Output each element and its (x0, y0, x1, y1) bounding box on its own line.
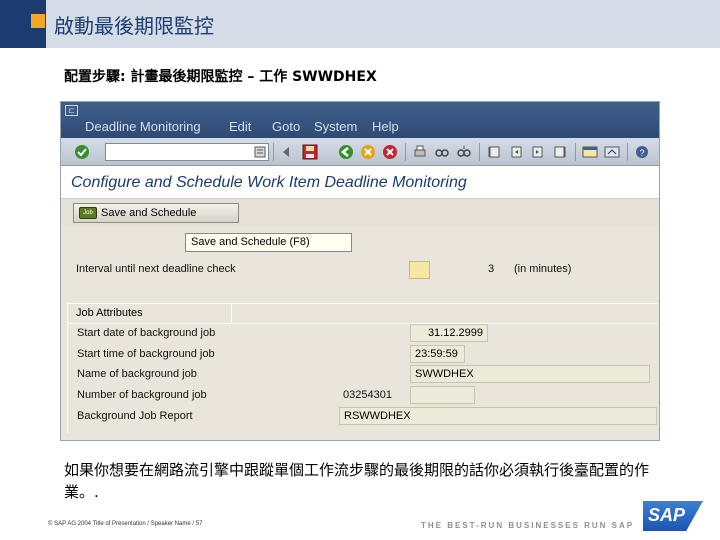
sap-window: ⊏ Deadline Monitoring Edit Goto System H… (60, 101, 660, 441)
save-and-schedule-button[interactable]: Job Save and Schedule (73, 203, 239, 223)
find-next-icon[interactable] (455, 143, 473, 161)
back-icon[interactable] (337, 143, 355, 161)
copyright-icon: © (48, 521, 53, 527)
svg-text:?: ? (640, 148, 645, 158)
job-attributes-title: Job Attributes (76, 307, 143, 319)
standard-toolbar: ? (61, 138, 659, 166)
menu-edit[interactable]: Edit (229, 119, 251, 134)
slide-subtitle: 配置步驟: 計畫最後期限監控 – 工作 SWWDHEX (64, 69, 377, 85)
previous-page-icon[interactable] (507, 143, 525, 161)
application-toolbar: Job Save and Schedule (61, 199, 659, 227)
toolbar-separator (405, 143, 406, 161)
body-text: 如果你想要在網路流引擎中跟蹤單個工作流步驟的最後期限的話你必須執行後臺配置的作業… (64, 461, 650, 501)
footer-text: SAP AG 2004 Title of Presentation / Spea… (54, 521, 203, 527)
sap-logo-text: SAP (648, 505, 686, 525)
toolbar-separator (479, 143, 480, 161)
screen-title-bar: Configure and Schedule Work Item Deadlin… (61, 166, 659, 199)
find-icon[interactable] (433, 143, 451, 161)
job-number-value: 03254301 (343, 389, 392, 401)
menu-deadline-monitoring[interactable]: Deadline Monitoring (85, 119, 201, 134)
job-attributes-tab: Job Attributes (67, 303, 232, 323)
toolbar-separator (575, 143, 576, 161)
cancel-icon[interactable] (381, 143, 399, 161)
interval-label: Interval until next deadline check (76, 263, 236, 275)
save-and-schedule-label: Save and Schedule (101, 207, 197, 219)
back-arrow-icon[interactable] (277, 143, 295, 161)
job-name-label: Name of background job (77, 368, 197, 380)
interval-value: 3 (488, 263, 495, 275)
last-page-icon[interactable] (551, 143, 569, 161)
menu-goto[interactable]: Goto (272, 119, 300, 134)
job-number-label: Number of background job (77, 389, 207, 401)
screen-title: Configure and Schedule Work Item Deadlin… (71, 174, 467, 191)
job-report-field[interactable]: RSWWDHEX (339, 407, 657, 425)
header-accent-square (31, 14, 45, 28)
enter-icon[interactable] (73, 143, 91, 161)
toolbar-separator (627, 143, 628, 161)
next-page-icon[interactable] (529, 143, 547, 161)
window-menu-icon[interactable]: ⊏ (65, 105, 78, 116)
save-icon[interactable] (301, 143, 319, 161)
menu-help[interactable]: Help (372, 119, 399, 134)
exit-icon[interactable] (359, 143, 377, 161)
command-history-icon[interactable] (251, 143, 269, 161)
interval-input[interactable] (409, 261, 430, 279)
sap-logo: SAP (643, 501, 703, 531)
tagline: THE BEST-RUN BUSINESSES RUN SAP (421, 521, 635, 530)
job-report-label: Background Job Report (77, 410, 193, 422)
tooltip: Save and Schedule (F8) (185, 233, 352, 252)
start-date-field[interactable]: 31.12.2999 (410, 324, 488, 342)
footer: © SAP AG 2004 Title of Presentation / Sp… (48, 521, 202, 527)
command-field[interactable] (105, 143, 269, 161)
start-time-label: Start time of background job (77, 348, 215, 360)
job-name-field[interactable]: SWWDHEX (410, 365, 650, 383)
print-icon[interactable] (411, 143, 429, 161)
first-page-icon[interactable] (485, 143, 503, 161)
create-session-icon[interactable] (581, 143, 599, 161)
menu-bar: ⊏ Deadline Monitoring Edit Goto System H… (61, 102, 659, 138)
slide-title: 啟動最後期限監控 (54, 14, 214, 38)
interval-unit: (in minutes) (514, 263, 572, 275)
group-divider (67, 323, 657, 324)
menu-system[interactable]: System (314, 119, 357, 134)
job-icon: Job (79, 207, 97, 219)
help-icon[interactable]: ? (633, 143, 651, 161)
start-time-field[interactable]: 23:59:59 (410, 345, 465, 363)
job-number-extra-field[interactable] (410, 386, 475, 404)
toolbar-separator (273, 143, 274, 161)
shortcut-icon[interactable] (603, 143, 621, 161)
start-date-label: Start date of background job (77, 327, 216, 339)
